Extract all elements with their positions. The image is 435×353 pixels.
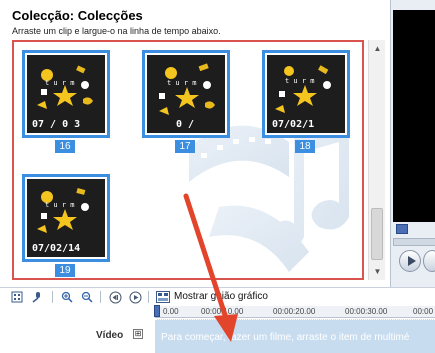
playhead-handle[interactable] — [154, 305, 160, 317]
clip-caption: 07 / 0 3 — [32, 119, 80, 130]
expand-track-icon[interactable]: ⊞ — [133, 329, 143, 339]
scroll-thumb[interactable] — [371, 208, 383, 260]
ruler-tick: 0.00 — [163, 307, 179, 316]
storyboard-icon[interactable] — [10, 290, 24, 304]
scroll-up-icon[interactable]: ▲ — [369, 40, 386, 57]
scroll-down-icon[interactable]: ▼ — [369, 263, 386, 280]
play-icon[interactable] — [128, 290, 142, 304]
panel-title: Colecção: Colecções — [12, 8, 143, 23]
toolbar-separator — [52, 291, 53, 303]
movie-maker-window: Colecção: Colecções Arraste um clip e la… — [0, 0, 435, 353]
toolbar-separator — [100, 291, 101, 303]
svg-text:t u r m: t u r m — [285, 77, 315, 85]
clip-caption-text: 07/02/14 — [32, 243, 80, 254]
preview-play-button[interactable] — [399, 250, 421, 272]
timeline-toolbar: Mostrar guião gráfico — [0, 287, 435, 305]
preview-seek-bar[interactable] — [393, 238, 435, 246]
timeline-toggle-icon[interactable] — [156, 290, 170, 304]
clip-item[interactable]: t u r m 16 07 / 0 3 — [22, 50, 110, 154]
clip-caption-text: 0 / — [176, 119, 194, 130]
collection-panel: Colecção: Colecções Arraste um clip e la… — [0, 0, 392, 290]
zoom-out-icon[interactable] — [80, 290, 94, 304]
clip-item[interactable]: t u r m 18 07/02/1 — [262, 50, 350, 154]
split-clip-icon[interactable] — [396, 224, 408, 234]
clip-caption-text: 07 / 0 3 — [32, 119, 80, 130]
clip-item[interactable]: t u r m 19 07/02/14 — [22, 174, 110, 278]
video-track[interactable]: Para começar, fazer um filme, arraste o … — [155, 319, 435, 353]
clip-caption-text: 07/02/1 — [272, 119, 314, 130]
svg-text:t u r m: t u r m — [167, 79, 197, 87]
clip-grid: t u r m 16 07 / 0 3 t u r m 17 0 / t u r… — [12, 40, 364, 280]
preview-screen — [393, 10, 435, 222]
ruler-tick: 00:00:30.00 — [345, 307, 388, 316]
clip-number: 16 — [55, 140, 75, 153]
ruler-tick: 00:00:10.00 — [201, 307, 244, 316]
ruler-tick: 00:00 — [413, 307, 434, 316]
clip-caption: 0 / — [176, 119, 194, 130]
zoom-in-icon[interactable] — [60, 290, 74, 304]
ruler-tick: 00:00:20.00 — [273, 307, 316, 316]
svg-text:t u r m: t u r m — [45, 201, 75, 209]
svg-text:t u r m: t u r m — [45, 79, 75, 87]
preview-stop-button[interactable] — [423, 250, 435, 272]
track-hint: Para começar, fazer um filme, arraste o … — [161, 332, 410, 343]
time-ruler[interactable]: 0.00 00:00:10.00 00:00:20.00 00:00:30.00… — [155, 306, 435, 318]
microphone-icon[interactable] — [30, 290, 44, 304]
clip-caption: 07/02/1 — [272, 119, 314, 130]
clip-number: 17 — [175, 140, 195, 153]
clip-number: 19 — [55, 264, 75, 277]
clip-number: 18 — [295, 140, 315, 153]
timeline: 0.00 00:00:10.00 00:00:20.00 00:00:30.00… — [0, 305, 435, 353]
video-track-label: Vídeo — [96, 330, 124, 341]
vertical-scrollbar[interactable]: ▲ ▼ — [368, 40, 385, 280]
preview-monitor — [390, 0, 435, 290]
clip-item[interactable]: t u r m 17 0 / — [142, 50, 230, 154]
show-storyboard-button[interactable]: Mostrar guião gráfico — [174, 291, 268, 302]
toolbar-separator — [148, 291, 149, 303]
panel-subtitle: Arraste um clip e largue-o na linha de t… — [12, 26, 221, 36]
rewind-icon[interactable] — [108, 290, 122, 304]
clip-caption: 07/02/14 — [32, 243, 80, 254]
